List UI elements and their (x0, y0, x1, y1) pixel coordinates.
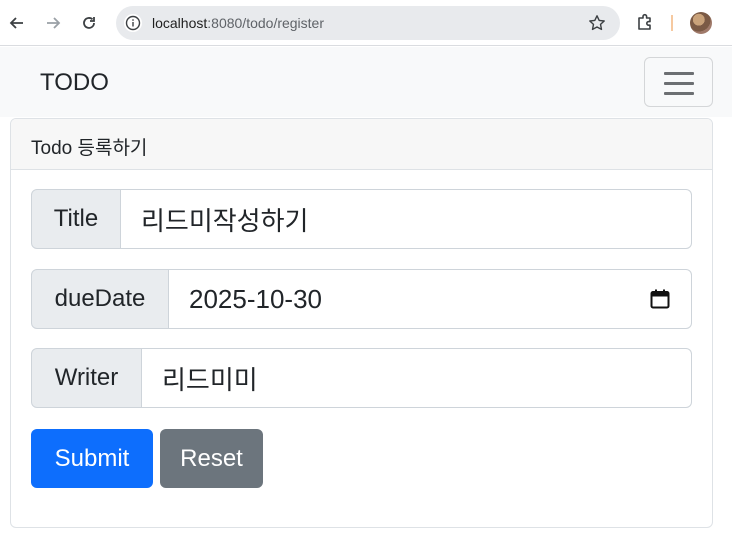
browser-toolbar: localhost:8080/todo/register (0, 0, 732, 46)
writer-value: 리드미미 (162, 364, 258, 395)
reload-icon (83, 17, 95, 29)
hamburger-icon (664, 82, 694, 85)
title-input-group: Title 리드미작성하기 (31, 189, 692, 249)
info-icon[interactable] (124, 14, 142, 32)
reload-button[interactable] (77, 11, 101, 35)
url-host: localhost (152, 15, 208, 31)
url-path: :8080/todo/register (207, 15, 325, 31)
todo-register-card: Todo 등록하기 Title 리드미작성하기 dueDate 2025-10-… (10, 118, 713, 528)
toolbar-divider (671, 15, 673, 31)
due-date-value: 2025-10-30 (189, 283, 322, 314)
calendar-icon[interactable] (649, 288, 671, 310)
reset-button[interactable]: Reset (160, 429, 263, 488)
forward-button[interactable] (41, 11, 65, 35)
back-button[interactable] (5, 11, 29, 35)
title-input[interactable]: 리드미작성하기 (121, 189, 692, 249)
due-date-input[interactable]: 2025-10-30 (169, 269, 692, 329)
card-header: Todo 등록하기 (11, 119, 712, 170)
puzzle-icon[interactable] (636, 12, 656, 32)
submit-button[interactable]: Submit (31, 429, 153, 488)
title-label: Title (31, 189, 121, 249)
avatar[interactable] (690, 12, 712, 34)
writer-label: Writer (31, 348, 142, 408)
arrow-left-icon (9, 17, 23, 29)
due-date-label: dueDate (31, 269, 169, 329)
due-date-input-group: dueDate 2025-10-30 (31, 269, 692, 329)
writer-input[interactable]: 리드미미 (142, 348, 692, 408)
hamburger-icon (664, 72, 694, 75)
arrow-right-icon (47, 17, 61, 29)
writer-input-group: Writer 리드미미 (31, 348, 692, 408)
star-icon[interactable] (588, 14, 606, 32)
address-bar[interactable]: localhost:8080/todo/register (116, 6, 620, 40)
title-value: 리드미작성하기 (141, 205, 309, 236)
navbar-toggler-button[interactable] (644, 57, 713, 107)
navbar-brand[interactable]: TODO (40, 69, 109, 97)
app-navbar: TODO (0, 47, 732, 117)
url-text: localhost:8080/todo/register (152, 15, 324, 31)
hamburger-icon (664, 92, 694, 95)
